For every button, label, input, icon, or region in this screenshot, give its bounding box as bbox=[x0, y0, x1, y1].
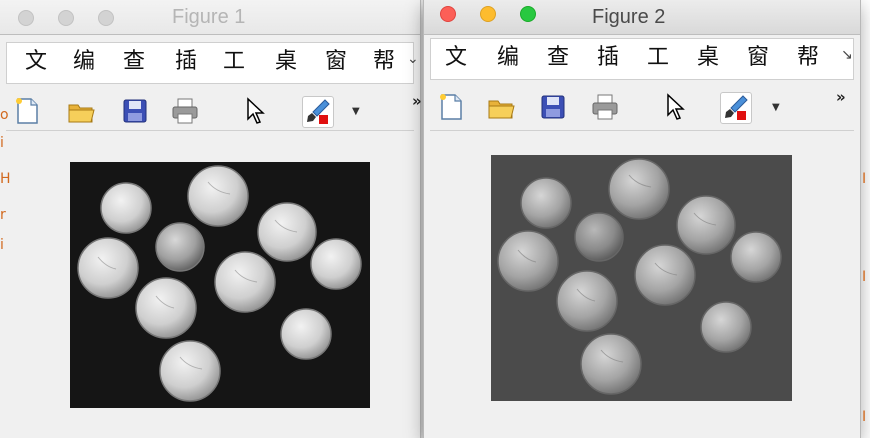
save-icon[interactable] bbox=[120, 96, 150, 126]
menu-insert[interactable]: 插 bbox=[597, 45, 619, 71]
window-title: Figure 2 bbox=[592, 6, 666, 28]
open-file-icon[interactable] bbox=[66, 96, 96, 126]
menu-edit[interactable]: 编 bbox=[73, 49, 95, 75]
menu-tools[interactable]: 工 bbox=[223, 49, 245, 75]
figure-2-titlebar[interactable]: Figure 2 bbox=[424, 0, 860, 35]
menu-insert[interactable]: 插 bbox=[175, 49, 197, 75]
menu-window[interactable]: 窗 bbox=[325, 49, 347, 75]
menu-tools[interactable]: 工 bbox=[647, 45, 669, 71]
pointer-icon[interactable] bbox=[662, 92, 692, 122]
save-icon[interactable] bbox=[538, 92, 568, 122]
editor-mark: i bbox=[0, 135, 4, 151]
editor-mark: r bbox=[0, 207, 6, 223]
toolbar: ▼ » bbox=[0, 90, 422, 134]
toolbar: ▼ » bbox=[424, 86, 860, 131]
chevron-down-icon[interactable]: ▼ bbox=[772, 102, 780, 113]
new-figure-icon[interactable] bbox=[12, 96, 42, 126]
menu-view[interactable]: 查 bbox=[547, 45, 569, 71]
menu-desktop[interactable]: 桌 bbox=[697, 45, 719, 71]
menu-bar: 文 编 查 插 工 桌 窗 帮 ⌄ bbox=[6, 42, 419, 84]
toolbar-overflow-icon[interactable]: » bbox=[836, 88, 846, 106]
menu-help[interactable]: 帮 bbox=[373, 49, 395, 75]
toolbar-divider bbox=[430, 130, 854, 131]
zoom-button[interactable] bbox=[520, 6, 536, 22]
window-title: Figure 1 bbox=[172, 6, 246, 28]
figure-1-window[interactable]: Figure 1 文 编 查 插 工 桌 窗 帮 ⌄ ▼ » bbox=[0, 0, 422, 438]
menu-view[interactable]: 查 bbox=[123, 49, 145, 75]
menu-window[interactable]: 窗 bbox=[747, 45, 769, 71]
menu-bar: 文 编 查 插 工 桌 窗 帮 ↘ bbox=[430, 38, 854, 80]
menu-desktop[interactable]: 桌 bbox=[275, 49, 297, 75]
menu-overflow-icon[interactable]: ↘ bbox=[841, 47, 853, 63]
editor-mark: o bbox=[0, 107, 9, 123]
print-icon[interactable] bbox=[590, 92, 620, 122]
print-icon[interactable] bbox=[170, 96, 200, 126]
close-button[interactable] bbox=[440, 6, 456, 22]
open-file-icon[interactable] bbox=[486, 92, 516, 122]
menu-file[interactable]: 文 bbox=[25, 49, 47, 75]
minimize-button[interactable] bbox=[480, 6, 496, 22]
coins-image bbox=[497, 158, 782, 395]
editor-mark: I bbox=[862, 171, 867, 187]
image-axes[interactable] bbox=[491, 155, 792, 401]
pointer-icon[interactable] bbox=[242, 96, 272, 126]
editor-mark: i bbox=[0, 237, 4, 253]
editor-mark: H bbox=[0, 171, 11, 187]
toolbar-divider bbox=[6, 130, 414, 131]
new-figure-icon[interactable] bbox=[436, 92, 466, 122]
coins-image bbox=[77, 165, 362, 402]
menu-help[interactable]: 帮 bbox=[797, 45, 819, 71]
chevron-down-icon[interactable]: ▼ bbox=[352, 106, 360, 117]
menu-file[interactable]: 文 bbox=[445, 45, 467, 71]
menu-overflow-icon[interactable]: ⌄ bbox=[407, 51, 419, 67]
brush-icon[interactable] bbox=[302, 96, 334, 128]
brush-icon[interactable] bbox=[720, 92, 752, 124]
figure-2-window[interactable]: Figure 2 文 编 查 插 工 桌 窗 帮 ↘ ▼ » bbox=[424, 0, 860, 438]
menu-edit[interactable]: 编 bbox=[497, 45, 519, 71]
editor-mark: I bbox=[862, 409, 867, 425]
toolbar-overflow-icon[interactable]: » bbox=[412, 92, 422, 110]
editor-mark: I bbox=[862, 269, 867, 285]
image-axes[interactable] bbox=[70, 162, 370, 408]
zoom-button[interactable] bbox=[98, 10, 114, 26]
figure-1-titlebar[interactable]: Figure 1 bbox=[0, 0, 420, 35]
minimize-button[interactable] bbox=[58, 10, 74, 26]
close-button[interactable] bbox=[18, 10, 34, 26]
